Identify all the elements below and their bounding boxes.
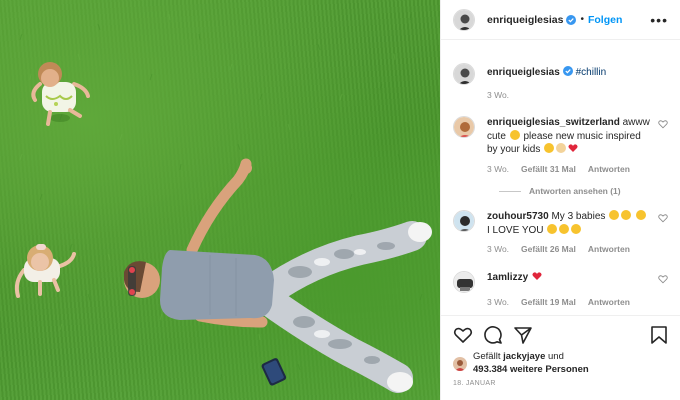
like-comment-icon[interactable] [658, 274, 668, 284]
action-icons [453, 324, 668, 346]
heart-emoji [532, 271, 542, 280]
comments-list[interactable]: enriqueiglesias #chillin 3 Wo. enriqueig… [441, 41, 680, 315]
phone [261, 358, 287, 386]
post-date[interactable]: 18. JANUAR [453, 380, 668, 387]
liker-username[interactable]: jackyjaye [503, 351, 545, 362]
likes-summary: Gefällt jackyjaye und 493.384 weitere Pe… [453, 351, 668, 376]
reply-button[interactable]: Antworten [588, 243, 630, 257]
crying-emoji [621, 210, 632, 220]
child-top [31, 62, 90, 126]
comment-username[interactable]: 1amlizzy [487, 272, 528, 283]
share-icon[interactable] [513, 325, 533, 345]
like-icon[interactable] [453, 325, 473, 345]
like-comment-icon[interactable] [658, 119, 668, 129]
comment-username[interactable]: zouhour5730 [487, 211, 549, 222]
save-icon[interactable] [650, 325, 668, 345]
comment-likes[interactable]: Gefällt 19 Mal [521, 296, 576, 310]
photo-illustration [14, 13, 432, 393]
follow-button[interactable]: Folgen [588, 14, 622, 26]
post-photo[interactable] [0, 0, 440, 400]
comment-item: zouhour5730 My 3 babies I LOVE YOU 3 Wo.… [453, 210, 668, 257]
comment-username[interactable]: enriqueiglesias_switzerland [487, 117, 620, 128]
caption-hashtag[interactable]: #chillin [576, 67, 607, 78]
heart-emoji [568, 144, 578, 152]
verified-icon [566, 14, 577, 25]
caption-avatar[interactable] [453, 63, 475, 85]
comment-time[interactable]: 3 Wo. [487, 243, 509, 257]
caption-time[interactable]: 3 Wo. [487, 89, 509, 103]
replies-line [499, 190, 521, 192]
pray-emoji [556, 143, 567, 153]
post-actions: Gefällt jackyjaye und 493.384 weitere Pe… [441, 315, 680, 387]
comment-time[interactable]: 3 Wo. [487, 163, 509, 177]
more-options-icon[interactable]: ••• [650, 12, 668, 28]
heart-eyes-emoji [559, 223, 570, 234]
author-avatar[interactable] [453, 8, 475, 31]
heart-eyes-emoji [547, 223, 558, 234]
post-header: enriqueiglesias • Folgen ••• [441, 0, 680, 40]
view-replies-label: Antworten ansehen (1) [529, 186, 621, 196]
caption: enriqueiglesias #chillin 3 Wo. [453, 63, 668, 102]
separator-dot: • [580, 14, 584, 25]
author-username[interactable]: enriqueiglesias [487, 14, 563, 26]
like-comment-icon[interactable] [658, 213, 668, 223]
likes-count[interactable]: 493.384 weitere Personen [473, 364, 589, 375]
reply-button[interactable]: Antworten [588, 296, 630, 310]
child-left [14, 244, 76, 298]
reply-button[interactable]: Antworten [588, 163, 630, 177]
comment-text: My 3 babies [551, 211, 606, 222]
comment-likes[interactable]: Gefällt 31 Mal [521, 163, 576, 177]
comment-item: 1amlizzy 3 Wo. Gefällt 19 Mal Antworten [453, 270, 668, 310]
comment-text-2: I LOVE YOU [487, 224, 544, 236]
post-sidebar: enriqueiglesias • Folgen ••• enriqueigle… [440, 0, 680, 400]
comment-likes[interactable]: Gefällt 26 Mal [521, 243, 576, 257]
heart-eyes-emoji [571, 223, 582, 234]
man-lying [124, 158, 432, 393]
liker-avatar[interactable] [453, 356, 467, 371]
liked-and: und [548, 351, 564, 362]
heart-eyes-emoji [544, 143, 555, 153]
liked-prefix: Gefällt [473, 351, 501, 362]
view-replies-button[interactable]: Antworten ansehen (1) [499, 186, 668, 196]
comment-item: enriqueiglesias_switzerland awww cute pl… [453, 116, 668, 176]
heart-eyes-emoji [509, 129, 520, 140]
crying-emoji [635, 210, 646, 220]
comment-icon[interactable] [483, 325, 503, 345]
comment-avatar[interactable] [453, 270, 475, 293]
caption-username[interactable]: enriqueiglesias [487, 67, 560, 78]
crying-emoji [609, 210, 620, 220]
comment-time[interactable]: 3 Wo. [487, 296, 509, 310]
verified-icon [562, 66, 573, 76]
comment-avatar[interactable] [453, 210, 475, 232]
comment-avatar[interactable] [453, 116, 475, 138]
likes-text: Gefällt jackyjaye und 493.384 weitere Pe… [473, 351, 589, 376]
